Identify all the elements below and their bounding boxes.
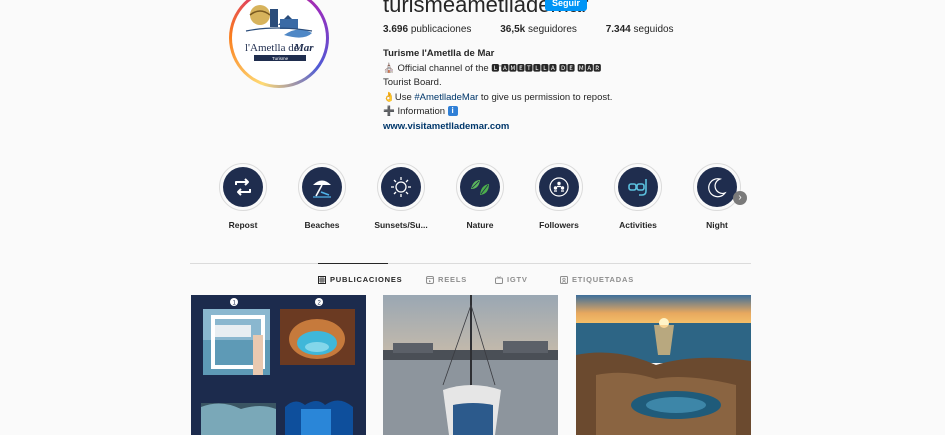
chevron-right-icon[interactable]: › — [733, 191, 747, 205]
highlight-ring — [456, 163, 504, 211]
tab-igtv[interactable]: IGTV — [495, 275, 528, 284]
snorkel-icon — [628, 179, 647, 196]
profile-avatar-ring[interactable]: l'Ametlla de Mar Turisme — [229, 0, 329, 88]
website-link[interactable]: www.visitametllademar.com — [383, 120, 643, 135]
highlight-ring — [693, 163, 741, 211]
tagged-icon — [560, 275, 568, 284]
tab-label: ETIQUETADAS — [572, 275, 634, 284]
bio-line-1: ⛪ Official channel of the 🅻'🅰🅼🅴🆃🅻🅻🅰 🅳🅴 🅼… — [383, 62, 643, 77]
bio-line-1-text: Official channel of the — [397, 62, 489, 74]
svg-text:l'Ametlla de: l'Ametlla de — [245, 42, 299, 54]
highlight-sunsets[interactable]: Sunsets/Su... — [366, 163, 436, 230]
highlight-cover — [618, 167, 658, 207]
info-icon: i — [447, 106, 458, 117]
highlight-label: Night — [706, 220, 728, 230]
bio-brand-text: 🅻'🅰🅼🅴🆃🅻🅻🅰 🅳🅴 🅼🅰🆁 — [491, 63, 602, 73]
svg-text:Turisme: Turisme — [272, 56, 289, 61]
tabs-divider — [190, 263, 751, 264]
profile-tabs: PUBLICACIONES REELS IGTV ETIQUETADAS — [190, 275, 751, 287]
bio-line-3-pre: Use — [394, 91, 412, 103]
profile-stats: 3.696 publicaciones 36,5k seguidores 7.3… — [383, 24, 700, 35]
highlight-label: Activities — [619, 220, 657, 230]
harbor-photo — [383, 295, 558, 435]
bio-line-4: ➕ Information i — [383, 105, 643, 120]
highlight-ring — [219, 163, 267, 211]
followers-icon — [549, 177, 569, 197]
beach-umbrella-icon — [313, 180, 331, 198]
followers-count-value: 36,5k — [500, 24, 526, 35]
tab-etiquetadas[interactable]: ETIQUETADAS — [560, 275, 634, 284]
posts-count-value: 3.696 — [383, 24, 409, 35]
igtv-icon — [495, 275, 503, 284]
highlight-repost[interactable]: Repost — [208, 163, 278, 230]
bio-line-4-text: Information — [397, 106, 446, 117]
highlight-label: Repost — [228, 220, 258, 230]
post-thumbnail-1[interactable]: 1 2 — [191, 295, 366, 435]
bio-line-3: 👌Use #AmetlladeMar to give us permission… — [383, 91, 643, 106]
sun-icon — [391, 177, 411, 197]
highlight-label: Beaches — [304, 220, 340, 230]
highlight-cover — [697, 167, 737, 207]
follow-button[interactable]: Seguir — [545, 0, 588, 11]
plus-icon: ➕ — [383, 106, 395, 117]
bio-line-3-post: to give us permission to repost. — [480, 91, 613, 103]
following-count-value: 7.344 — [605, 24, 631, 35]
highlight-beaches[interactable]: Beaches — [287, 163, 357, 230]
collage-image: 1 2 — [191, 295, 366, 435]
hashtag-link[interactable]: #AmetlladeMar — [414, 92, 478, 103]
followers-count-label: seguidores — [528, 24, 577, 35]
repost-icon — [235, 178, 251, 196]
highlight-cover — [223, 167, 263, 207]
highlight-ring — [614, 163, 662, 211]
church-icon: ⛪ — [383, 62, 395, 74]
highlight-cover — [381, 167, 421, 207]
tab-label: PUBLICACIONES — [330, 275, 403, 284]
highlight-label: Sunsets/Su... — [374, 220, 428, 230]
highlight-cover — [302, 167, 342, 207]
profile-full-name: Turisme l'Ametlla de Mar — [383, 48, 495, 59]
active-tab-indicator — [318, 263, 388, 264]
tab-label: IGTV — [507, 275, 528, 284]
profile-bio: Turisme l'Ametlla de Mar ⛪ Official chan… — [383, 47, 643, 134]
svg-text:Mar: Mar — [293, 42, 314, 54]
tab-label: REELS — [438, 275, 468, 284]
avatar[interactable]: l'Ametlla de Mar Turisme — [236, 0, 322, 81]
post-thumbnail-3[interactable] — [576, 295, 751, 435]
moon-icon — [708, 178, 727, 198]
highlight-cover — [460, 167, 500, 207]
post-thumbnail-2[interactable] — [383, 295, 558, 435]
highlight-nature[interactable]: Nature — [445, 163, 515, 230]
highlight-ring — [535, 163, 583, 211]
posts-count: 3.696 publicaciones — [383, 24, 471, 35]
bio-line-2: Tourist Board. — [383, 77, 442, 88]
leaves-icon — [471, 180, 489, 195]
avatar-logo-icon: l'Ametlla de Mar Turisme — [236, 0, 322, 81]
highlight-label: Followers — [539, 220, 579, 230]
story-highlights: Repost Beaches Sunsets/Su... Nature Foll… — [218, 163, 758, 243]
highlight-ring — [298, 163, 346, 211]
avatar-border: l'Ametlla de Mar Turisme — [232, 0, 326, 85]
grid-icon — [318, 275, 326, 284]
reels-icon — [426, 275, 434, 284]
sunset-coast-photo — [576, 295, 751, 435]
following-count-label: seguidos — [633, 24, 674, 35]
highlight-ring — [377, 163, 425, 211]
tab-publicaciones[interactable]: PUBLICACIONES — [318, 275, 403, 284]
following-count[interactable]: 7.344 seguidos — [606, 24, 674, 35]
highlight-cover — [539, 167, 579, 207]
posts-count-label: publicaciones — [410, 24, 472, 35]
tab-reels[interactable]: REELS — [426, 275, 467, 284]
highlight-label: Nature — [466, 220, 494, 230]
followers-count[interactable]: 36,5k seguidores — [500, 24, 577, 35]
ok-hand-icon: 👌 — [383, 91, 395, 103]
highlight-activities[interactable]: Activities — [603, 163, 673, 230]
highlight-followers[interactable]: Followers — [524, 163, 594, 230]
